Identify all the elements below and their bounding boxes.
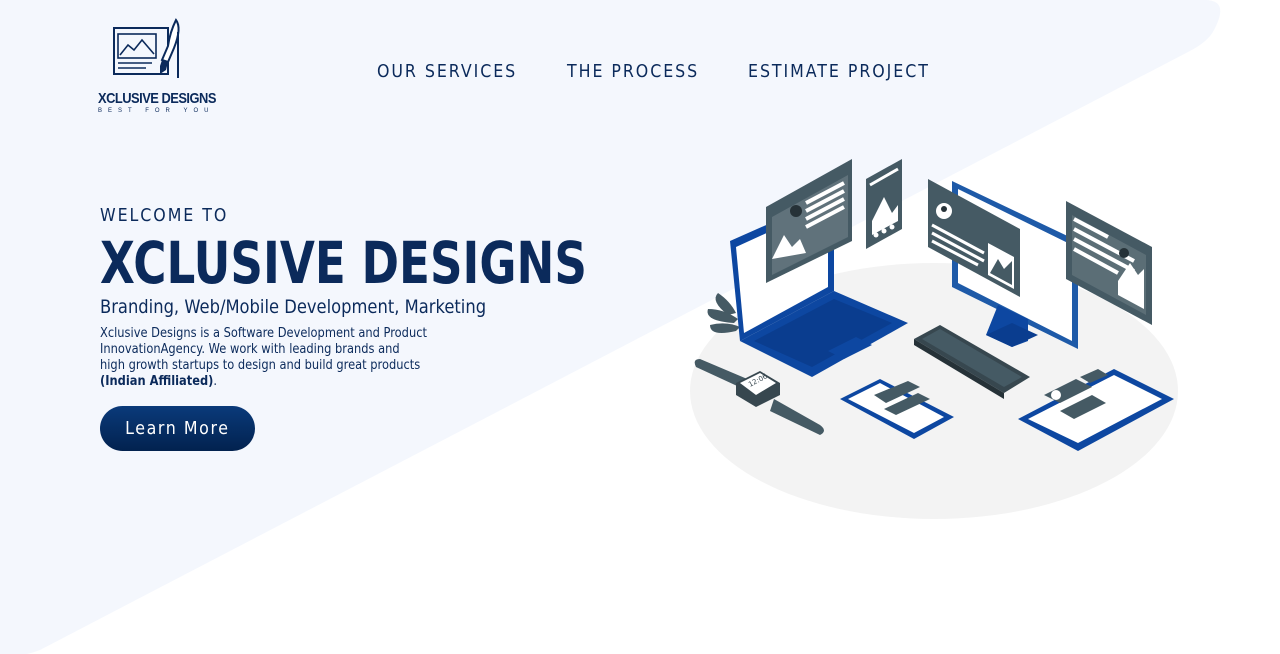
plant-leaves-icon	[707, 293, 740, 333]
learn-more-label: Learn More	[125, 418, 230, 439]
devices-illustration: 12:06	[690, 159, 1178, 519]
mobile-window-icon	[866, 159, 902, 249]
learn-more-button[interactable]: Learn More	[100, 406, 255, 451]
nav-our-services[interactable]: OUR SERVICES	[377, 61, 517, 82]
site-logo[interactable]: XCLUSIVE DESIGNS BEST FOR YOU	[98, 18, 216, 114]
hero-affiliation-suffix: .	[213, 374, 218, 389]
hero-description-line: InnovationAgency. We work with leading b…	[100, 342, 400, 357]
landing-page: XCLUSIVE DESIGNS BEST FOR YOU OUR SERVIC…	[0, 0, 1280, 654]
hero-section: WELCOME TO XCLUSIVE DESIGNS Branding, We…	[100, 205, 587, 451]
hero-description-line: Xclusive Designs is a Software Developme…	[100, 326, 427, 341]
logo-tagline: BEST FOR YOU	[98, 108, 215, 114]
hero-title: XCLUSIVE DESIGNS	[100, 229, 587, 297]
logo-easel-brush-icon	[113, 18, 180, 78]
nav-the-process[interactable]: THE PROCESS	[567, 61, 699, 82]
hero-affiliation-line: (Indian Affiliated).	[100, 374, 434, 390]
hero-affiliation: (Indian Affiliated)	[100, 374, 214, 389]
hero-subtitle: Branding, Web/Mobile Development, Market…	[100, 296, 487, 318]
hero-description-line: high growth startups to design and build…	[100, 358, 421, 373]
hero-welcome: WELCOME TO	[100, 205, 229, 226]
nav-estimate-project[interactable]: ESTIMATE PROJECT	[748, 61, 930, 82]
logo-wordmark: XCLUSIVE DESIGNS	[98, 90, 216, 107]
hero-description: Xclusive Designs is a Software Developme…	[100, 326, 434, 390]
